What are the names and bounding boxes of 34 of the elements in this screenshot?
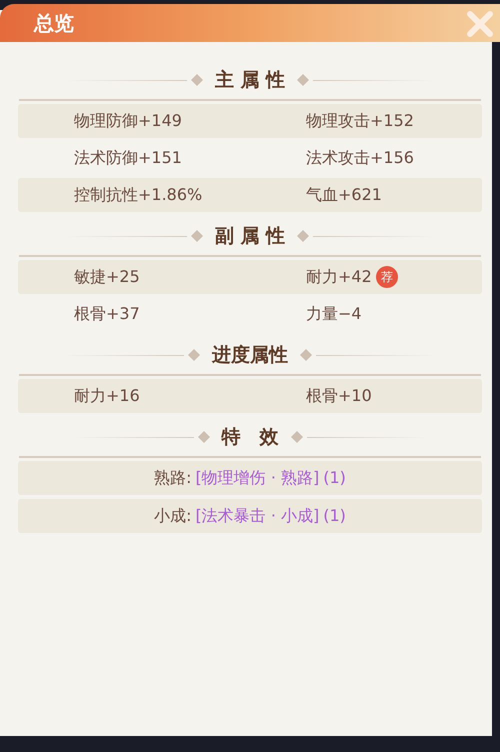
recommend-badge: 荐 bbox=[376, 266, 398, 288]
window-title: 总览 bbox=[34, 10, 74, 37]
diamond-icon bbox=[190, 230, 203, 242]
diamond-icon bbox=[198, 431, 210, 443]
effect-count: (1) bbox=[323, 467, 346, 489]
stat-value: 物理防御+149 bbox=[74, 110, 182, 132]
stat-value: 耐力+16 bbox=[74, 385, 140, 407]
section-heading: 主 属 性 bbox=[214, 68, 286, 93]
stat-value: 敏捷+25 bbox=[74, 266, 140, 288]
effect-label: 小成: bbox=[154, 505, 192, 527]
effect-name: [法术暴击 · 小成] bbox=[195, 505, 320, 527]
stat-value: 控制抗性+1.86% bbox=[74, 184, 202, 206]
close-button[interactable] bbox=[464, 8, 496, 40]
stat-value: 物理攻击+152 bbox=[306, 110, 414, 132]
stat-value: 法术攻击+156 bbox=[306, 147, 414, 169]
diamond-icon bbox=[188, 349, 200, 361]
stat-value: 力量−4 bbox=[306, 303, 362, 325]
section-heading: 进度属性 bbox=[210, 342, 289, 368]
diamond-icon bbox=[190, 74, 203, 86]
stat-value: 根骨+37 bbox=[74, 303, 140, 325]
effect-count: (1) bbox=[323, 505, 346, 527]
effect-name: [物理增伤 · 熟路] bbox=[195, 467, 320, 489]
diamond-icon bbox=[297, 74, 310, 86]
stat-value: 气血+621 bbox=[306, 184, 382, 206]
section-heading: 特 效 bbox=[220, 424, 280, 450]
diamond-icon bbox=[297, 230, 310, 242]
stat-value: 耐力+42 bbox=[306, 266, 372, 288]
stat-value: 法术防御+151 bbox=[74, 147, 182, 169]
diamond-icon bbox=[290, 431, 302, 443]
diamond-icon bbox=[300, 349, 312, 361]
effect-label: 熟路: bbox=[154, 467, 192, 489]
close-icon bbox=[466, 10, 494, 38]
stat-value: 根骨+10 bbox=[306, 385, 372, 407]
section-heading: 副 属 性 bbox=[214, 224, 286, 249]
